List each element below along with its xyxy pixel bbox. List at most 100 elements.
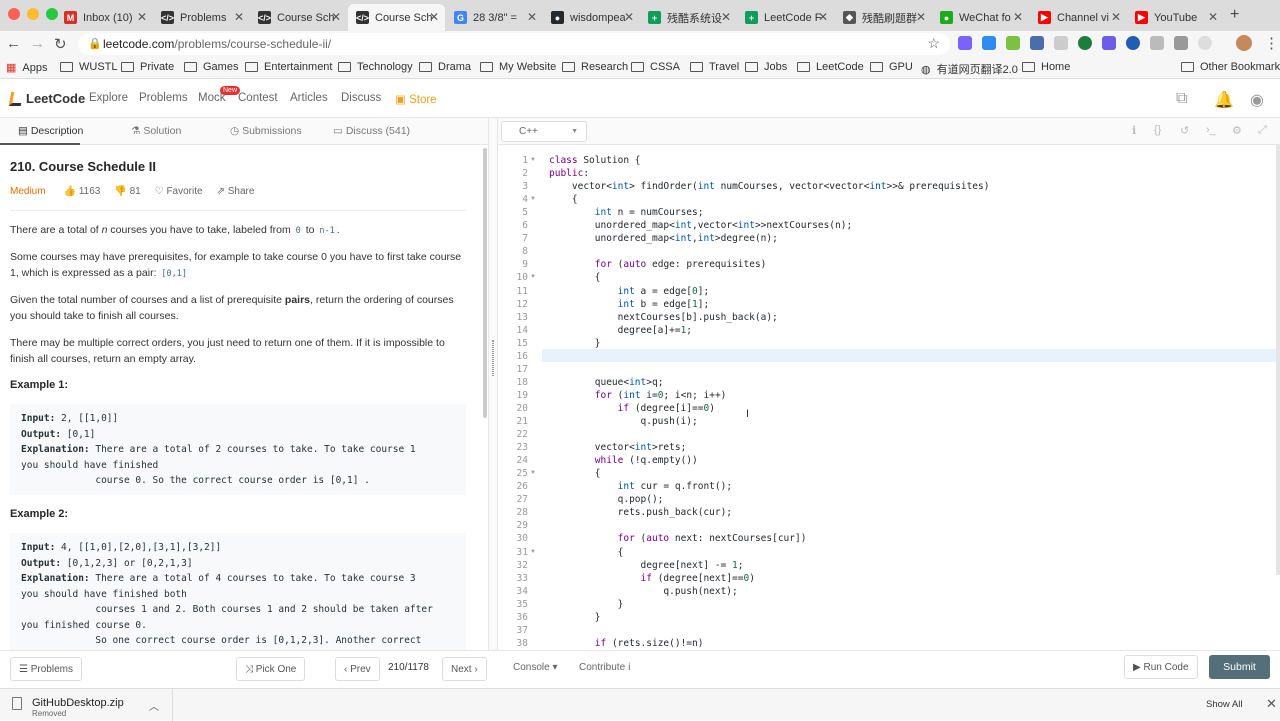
prev-button[interactable]: ‹ Prev [335, 657, 380, 681]
close-tab-icon[interactable]: ✕ [818, 10, 828, 24]
code-line[interactable]: degree[a]+=1; [549, 325, 692, 336]
next-button[interactable]: Next › [442, 657, 487, 681]
bookmark-item[interactable]: CSSA [631, 61, 680, 73]
code-line[interactable]: int cur = q.front(); [549, 481, 732, 492]
close-tab-icon[interactable]: ✕ [721, 10, 731, 24]
extension-puzzle-icon[interactable] [1102, 36, 1116, 50]
bookmark-item[interactable]: ▦ Apps [6, 61, 47, 75]
browser-tab[interactable]: ▶ Channel vi ✕ [1030, 4, 1127, 31]
bookmark-item[interactable]: Jobs [745, 61, 787, 73]
favorite-button[interactable]: ♡ Favorite [155, 186, 203, 197]
tab-discuss[interactable]: ▭ Discuss (541) [333, 125, 410, 137]
code-line[interactable]: public: [549, 168, 589, 179]
browser-tab[interactable]: ▶ YouTube ✕ [1127, 4, 1224, 31]
code-line[interactable]: for (auto next: nextCourses[cur]) [549, 533, 807, 544]
code-line[interactable]: for (int i=0; i<n; i++) [549, 390, 727, 401]
code-line[interactable]: nextCourses[b].push_back(a); [549, 312, 778, 323]
code-line[interactable]: } [549, 599, 624, 610]
fold-arrow-icon[interactable]: ▼ [530, 470, 536, 476]
info-icon[interactable]: ℹ [1132, 124, 1136, 137]
extension-pen-icon[interactable] [958, 36, 972, 50]
code-line[interactable]: while (!q.empty()) [549, 455, 698, 466]
close-tab-icon[interactable]: ✕ [1013, 10, 1023, 24]
code-line[interactable]: unordered_map<int,int>degree(n); [549, 233, 778, 244]
other-bookmarks[interactable]: Other Bookmarks [1181, 61, 1280, 73]
submit-button[interactable]: Submit [1209, 655, 1270, 679]
terminal-icon[interactable]: ›_ [1206, 124, 1216, 136]
code-line[interactable]: int n = numCourses; [549, 207, 704, 218]
tab-description[interactable]: ▤ Description [18, 125, 83, 137]
bookmark-item[interactable]: Entertainment [245, 61, 332, 73]
extension-circle-icon[interactable] [1126, 36, 1140, 50]
fold-arrow-icon[interactable]: ▼ [530, 274, 536, 280]
editor-scrollbar[interactable] [1276, 145, 1280, 575]
code-line[interactable]: vector<int> findOrder(int numCourses, ve… [549, 181, 990, 192]
close-tab-icon[interactable]: ✕ [234, 10, 244, 24]
browser-tab[interactable]: G 28 3/8" = ✕ [446, 4, 543, 31]
reload-icon[interactable]: ↻ [54, 35, 67, 53]
back-arrow-icon[interactable]: ← [6, 35, 21, 52]
code-line[interactable]: } [549, 338, 601, 349]
nav-explore[interactable]: Explore [89, 92, 128, 104]
reset-icon[interactable]: ↺ [1180, 124, 1189, 137]
tab-submissions[interactable]: ◷ Submissions [230, 125, 302, 137]
bookmark-item[interactable]: Technology [338, 61, 413, 73]
browser-tab[interactable]: ◆ 残酷刷题群 ✕ [835, 4, 932, 31]
code-line[interactable]: { [549, 194, 578, 205]
browser-tab[interactable]: M Inbox (10) ✕ [56, 4, 153, 31]
url-text[interactable]: leetcode.com/problems/course-schedule-ii… [103, 37, 331, 51]
bookmark-item[interactable]: LeetCode [797, 61, 864, 73]
close-tab-icon[interactable]: ✕ [527, 10, 537, 24]
bookmark-item[interactable]: Drama [419, 61, 471, 73]
code-line[interactable]: q.push(next); [549, 586, 737, 597]
extension-translate-icon[interactable] [982, 36, 996, 50]
bookmark-item[interactable]: Travel [690, 61, 739, 73]
code-line[interactable]: int a = edge[0]; [549, 286, 710, 297]
close-icon[interactable]: ✕ [1266, 696, 1277, 712]
code-line[interactable]: if (degree[next]==0) [549, 573, 755, 584]
browser-tab[interactable]: ● WeChat fo ✕ [932, 4, 1029, 31]
code-line[interactable]: unordered_map<int,vector<int>>nextCourse… [549, 220, 852, 231]
leetcode-logo[interactable]: LeetCode [8, 91, 85, 106]
bookmark-item[interactable]: Private [121, 61, 174, 73]
extension-tag-icon[interactable] [1054, 36, 1068, 50]
nav-articles[interactable]: Articles [290, 92, 328, 104]
code-line[interactable]: if (rets.size()!=n) [549, 638, 704, 649]
new-tab-button[interactable]: + [1230, 6, 1239, 24]
browser-tab[interactable]: </> Course Sch ✕ [250, 4, 347, 31]
extension-l-icon[interactable] [1006, 36, 1020, 50]
code-line[interactable]: { [549, 547, 624, 558]
code-line[interactable]: if (degree[i]==0) [549, 403, 715, 414]
code-line[interactable]: degree[next] -= 1; [549, 560, 744, 571]
bookmark-item[interactable]: WUSTL [60, 61, 118, 73]
code-line[interactable]: { [549, 272, 601, 283]
fold-arrow-icon[interactable]: ▼ [530, 196, 536, 202]
code-line[interactable]: class Solution { [549, 155, 641, 166]
run-code-button[interactable]: ▶ Run Code [1124, 655, 1198, 679]
code-line[interactable]: vector<int>rets; [549, 442, 687, 453]
code-line[interactable]: int b = edge[1]; [549, 299, 710, 310]
user-icon[interactable]: ◉ [1250, 90, 1264, 110]
nav-problems[interactable]: Problems [139, 92, 188, 104]
code-line[interactable]: q.pop(); [549, 494, 664, 505]
extension-shield-icon[interactable] [1030, 36, 1044, 50]
playground-icon[interactable]: ⧉ [1176, 90, 1187, 108]
download-filename[interactable]: GitHubDesktop.zip [32, 697, 124, 709]
bookmark-star-icon[interactable]: ☆ [927, 35, 940, 52]
close-tab-icon[interactable]: ✕ [1111, 10, 1121, 24]
chevron-up-icon[interactable]: ︿ [149, 698, 159, 713]
forward-arrow-icon[interactable]: → [30, 35, 45, 52]
code-line[interactable]: { [549, 468, 601, 479]
console-toggle[interactable]: Console ▾ [513, 662, 558, 673]
extension-check-icon[interactable] [1078, 36, 1092, 50]
extension-cast-icon[interactable] [1174, 36, 1188, 50]
browser-tab[interactable]: + LeetCode F ✕ [737, 4, 834, 31]
pick-one-button[interactable]: ⤨ Pick One [236, 657, 306, 681]
bookmark-item[interactable]: Research [562, 61, 628, 73]
fullscreen-icon[interactable]: ⤢ [1258, 124, 1267, 137]
bookmark-item[interactable]: Home [1022, 61, 1070, 73]
tab-solution[interactable]: ⚗ Solution [131, 125, 181, 137]
minimize-window-button[interactable] [27, 8, 39, 20]
code-line[interactable]: } [549, 612, 601, 623]
close-window-button[interactable] [8, 8, 20, 20]
